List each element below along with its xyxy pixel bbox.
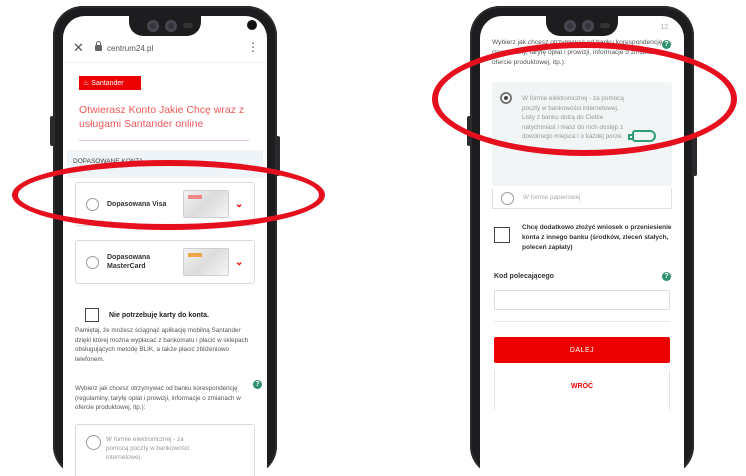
no-card-label: Nie potrzebuję karty do konta. [109, 311, 209, 319]
info-paragraph: Pamiętaj, że możesz ściągnąć aplikację m… [75, 327, 249, 363]
browser-bar: ✕ centrum24.pl ⋮ [63, 34, 267, 63]
santander-logo: ♨ Santander [79, 76, 141, 90]
no-card-row[interactable]: Nie potrzebuję karty do konta. [85, 308, 209, 322]
referral-label: Kod polecającego [494, 273, 554, 280]
section-label: DOPASOWANE KONTA [67, 150, 263, 178]
hand-icon [628, 130, 656, 142]
option-electronic-label: W formie elektronicznej - za pomocą pocz… [522, 95, 624, 140]
radio-button-selected[interactable] [500, 92, 512, 104]
no-card-checkbox[interactable] [85, 308, 99, 322]
flame-icon: ♨ [83, 80, 90, 87]
help-icon[interactable]: ? [662, 40, 671, 49]
next-button[interactable]: DALEJ [494, 337, 670, 363]
option-paper[interactable]: W formie papierowej [492, 188, 672, 209]
front-camera-icon [247, 20, 257, 30]
menu-icon[interactable]: ⋮ [247, 41, 259, 53]
volume-button [467, 116, 471, 146]
transfer-label: Chcę dodatkowo złożyć wniosek o przenies… [522, 224, 672, 251]
help-icon[interactable]: ? [253, 380, 262, 389]
camera-icon [147, 20, 159, 32]
status-bar-time: 12: [660, 24, 670, 31]
notch [546, 16, 618, 36]
url-text[interactable]: centrum24.pl [107, 44, 153, 53]
card-image [183, 190, 229, 218]
option-paper-label: W formie papierowej [523, 194, 581, 201]
chevron-down-icon[interactable]: ⌄ [235, 257, 243, 268]
radio-button[interactable] [86, 435, 101, 450]
camera-icon [582, 20, 594, 32]
transfer-row[interactable]: Chcę dodatkowo złożyć wniosek o przenies… [494, 223, 682, 253]
speaker [600, 23, 610, 28]
option-electronic-label: W formie elektronicznej - za pomocą pocz… [106, 436, 190, 461]
speaker [183, 23, 193, 28]
help-icon[interactable]: ? [662, 272, 671, 281]
notch [129, 16, 201, 36]
correspondence-question: Wybierz jak chcesz otrzymywać od banku k… [75, 385, 241, 411]
card-option-label: Dopasowana Visa [107, 200, 167, 208]
camera-icon [165, 20, 177, 32]
card-image [183, 248, 229, 276]
right-screen: 12: Wybierz jak chcesz otrzymywać od ban… [480, 16, 684, 476]
card-option-mastercard[interactable]: Dopasowana MasterCard ⌄ [75, 240, 255, 284]
power-button [693, 136, 697, 176]
close-icon[interactable]: ✕ [73, 40, 87, 56]
logo-text: Santander [91, 79, 124, 87]
card-option-label: Dopasowana MasterCard [107, 254, 151, 270]
left-screen: ✕ centrum24.pl ⋮ ♨ Santander Otwierasz K… [63, 16, 267, 476]
right-phone-mockup: 12: Wybierz jak chcesz otrzymywać od ban… [467, 6, 697, 476]
option-electronic[interactable]: W formie elektronicznej - za pomocą pocz… [75, 424, 255, 476]
referral-input[interactable] [494, 290, 670, 310]
radio-button[interactable] [86, 255, 99, 269]
transfer-checkbox[interactable] [494, 227, 510, 243]
chevron-down-icon[interactable]: ⌄ [235, 199, 243, 210]
correspondence-question: Wybierz jak chcesz otrzymywać od banku k… [492, 39, 666, 66]
left-phone-mockup: ✕ centrum24.pl ⋮ ♨ Santander Otwierasz K… [50, 6, 280, 476]
power-button [276, 136, 280, 176]
volume-button [50, 116, 54, 146]
radio-button[interactable] [86, 197, 99, 211]
radio-button[interactable] [501, 192, 514, 205]
card-option-visa[interactable]: Dopasowana Visa ⌄ [75, 182, 255, 226]
back-container [494, 370, 670, 410]
back-link[interactable]: WRÓĆ [480, 383, 684, 390]
camera-icon [564, 20, 576, 32]
divider [79, 140, 249, 141]
option-electronic[interactable]: W formie elektronicznej - za pomocą pocz… [492, 82, 672, 186]
page-headline: Otwierasz Konto Jakie Chcę wraz z usługa… [79, 104, 245, 130]
lock-icon [95, 41, 102, 51]
divider [494, 321, 670, 322]
